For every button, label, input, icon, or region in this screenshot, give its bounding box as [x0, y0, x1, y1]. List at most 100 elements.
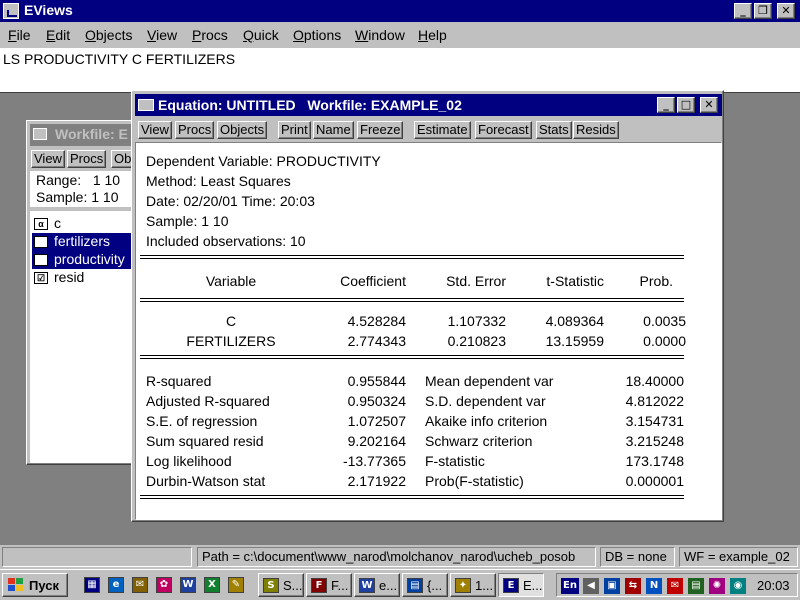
menu-objects[interactable]: Objects: [85, 27, 132, 43]
object-label: fertilizers: [54, 233, 111, 249]
menu-file[interactable]: File: [8, 27, 31, 43]
stat-label: Durbin-Watson stat: [146, 473, 266, 489]
language-indicator[interactable]: En: [561, 578, 579, 594]
eq-forecast-button[interactable]: Forecast: [475, 121, 532, 139]
menu-help[interactable]: Help: [418, 27, 447, 43]
far-icon: F: [311, 578, 327, 593]
stat-label: R-squared: [146, 373, 212, 389]
estimation-output[interactable]: Dependent Variable: PRODUCTIVITY Method:…: [135, 142, 722, 520]
col-header-t-statistic: t-Statistic: [546, 273, 604, 289]
date-time-line: Date: 02/20/01 Time: 20:03: [146, 193, 315, 209]
minimize-button[interactable]: _: [734, 3, 752, 19]
alpha-icon: α: [34, 218, 48, 230]
range-label: Range:: [36, 172, 82, 188]
monitor-icon[interactable]: ▣: [604, 578, 620, 594]
clock[interactable]: 20:03: [757, 578, 790, 593]
display-icon[interactable]: ▤: [688, 578, 704, 594]
task-label: E...: [523, 578, 543, 593]
windows-explorer-icon[interactable]: ▦: [84, 577, 100, 593]
equation-titlebar[interactable]: Equation: UNTITLED Workfile: EXAMPLE_02 …: [135, 94, 722, 116]
restore-button[interactable]: ❐: [754, 3, 772, 19]
eq-procs-button[interactable]: Procs: [175, 121, 215, 139]
eviews-app-icon[interactable]: [3, 3, 19, 19]
object-label: productivity: [54, 251, 125, 267]
menu-options[interactable]: Options: [293, 27, 341, 43]
stat-label: Schwarz criterion: [425, 433, 533, 449]
outlook-express-icon[interactable]: ✉: [132, 577, 148, 593]
menu-edit[interactable]: Edit: [46, 27, 70, 43]
sample-line: Sample: 1 10: [146, 213, 229, 229]
network-icon[interactable]: ⇆: [625, 578, 641, 594]
antivirus-icon[interactable]: N: [646, 578, 662, 594]
close-button[interactable]: ✕: [777, 3, 795, 19]
system-tray: En ◀ ▣ ⇆ N ✉ ▤ ✺ ◉ 20:03: [556, 573, 798, 597]
eq-freeze-button[interactable]: Freeze: [357, 121, 404, 139]
eq-name-button[interactable]: Name: [313, 121, 354, 139]
eq-view-button[interactable]: View: [138, 121, 172, 139]
task-label: F...: [331, 578, 349, 593]
equation-toolbar: View Procs Objects Print Name Freeze Est…: [135, 119, 722, 141]
task-button[interactable]: E E...: [498, 573, 544, 597]
method-line: Method: Least Squares: [146, 173, 291, 189]
media-icon[interactable]: ✿: [156, 577, 172, 593]
col-header-prob: Prob.: [639, 273, 673, 289]
task-button[interactable]: We...: [354, 573, 400, 597]
command-window[interactable]: LS PRODUCTIVITY C FERTILIZERS: [0, 48, 800, 93]
tool-icon[interactable]: ✎: [228, 577, 244, 593]
equation-minimize-button[interactable]: _: [657, 97, 675, 113]
row-std-error: 1.107332: [447, 313, 506, 329]
word-doc-icon: W: [359, 578, 375, 593]
start-label: Пуск: [29, 578, 59, 593]
app-titlebar[interactable]: EViews _ ❐ ✕: [0, 0, 800, 22]
eq-objects-button[interactable]: Objects: [217, 121, 268, 139]
menu-window[interactable]: Window: [355, 27, 405, 43]
stat-label: F-statistic: [425, 453, 485, 469]
col-header-std-error: Std. Error: [446, 273, 506, 289]
task-button[interactable]: S S...: [258, 573, 304, 597]
taskbar: Пуск ▦ e ✉ ✿ W X ✎ S S... F F... We... ▤ {... ✦ 1... E E…: [0, 569, 800, 600]
object-label: resid: [54, 269, 85, 285]
status-message-panel: [2, 547, 192, 567]
workfile-view-button[interactable]: View: [31, 150, 65, 168]
workfile-procs-button[interactable]: Procs: [67, 150, 107, 168]
table-rule-top: [140, 255, 684, 259]
start-button[interactable]: Пуск: [2, 573, 68, 597]
menu-view[interactable]: View: [147, 27, 177, 43]
menu-procs[interactable]: Procs: [192, 27, 228, 43]
equation-close-button[interactable]: ✕: [700, 97, 718, 113]
stat-value: 3.215248: [625, 433, 684, 449]
dependent-variable: Dependent Variable: PRODUCTIVITY: [146, 153, 381, 169]
task-button[interactable]: F F...: [306, 573, 352, 597]
status-path: Path = c:\document\www_narod\molchanov_n…: [197, 547, 596, 567]
sample-row: Sample: 1 10: [36, 189, 119, 205]
eq-stats-button[interactable]: Stats: [536, 121, 572, 139]
eq-resids-button[interactable]: Resids: [573, 121, 619, 139]
settings-icon[interactable]: ✺: [709, 578, 725, 594]
row-std-error: 0.210823: [447, 333, 506, 349]
status-db: DB = none: [600, 547, 675, 567]
stat-value: 3.154731: [625, 413, 684, 429]
eq-estimate-button[interactable]: Estimate: [414, 121, 471, 139]
stat-value: 1.072507: [347, 413, 406, 429]
menu-quick[interactable]: Quick: [243, 27, 279, 43]
equation-maximize-button[interactable]: □: [677, 97, 695, 113]
observations-line: Included observations: 10: [146, 233, 306, 249]
task-label: S...: [283, 578, 303, 593]
s-task-icon: S: [263, 578, 279, 593]
equation-window[interactable]: Equation: UNTITLED Workfile: EXAMPLE_02 …: [131, 90, 724, 522]
mail-icon[interactable]: ✉: [667, 578, 683, 594]
volume-icon[interactable]: ◀: [583, 578, 599, 594]
series-icon: ☑: [34, 254, 48, 266]
task-button[interactable]: ▤ {...: [402, 573, 448, 597]
excel-icon[interactable]: X: [204, 577, 220, 593]
eq-print-button[interactable]: Print: [278, 121, 311, 139]
command-text[interactable]: LS PRODUCTIVITY C FERTILIZERS: [3, 51, 235, 67]
stat-label: S.D. dependent var: [425, 393, 546, 409]
internet-explorer-icon[interactable]: e: [108, 577, 124, 593]
word-icon[interactable]: W: [180, 577, 196, 593]
row-t-statistic: 4.089364: [545, 313, 604, 329]
task-label: {...: [427, 578, 443, 593]
globe-icon[interactable]: ◉: [730, 578, 746, 594]
equation-title: Equation: UNTITLED Workfile: EXAMPLE_02: [158, 97, 462, 113]
task-button[interactable]: ✦ 1...: [450, 573, 496, 597]
